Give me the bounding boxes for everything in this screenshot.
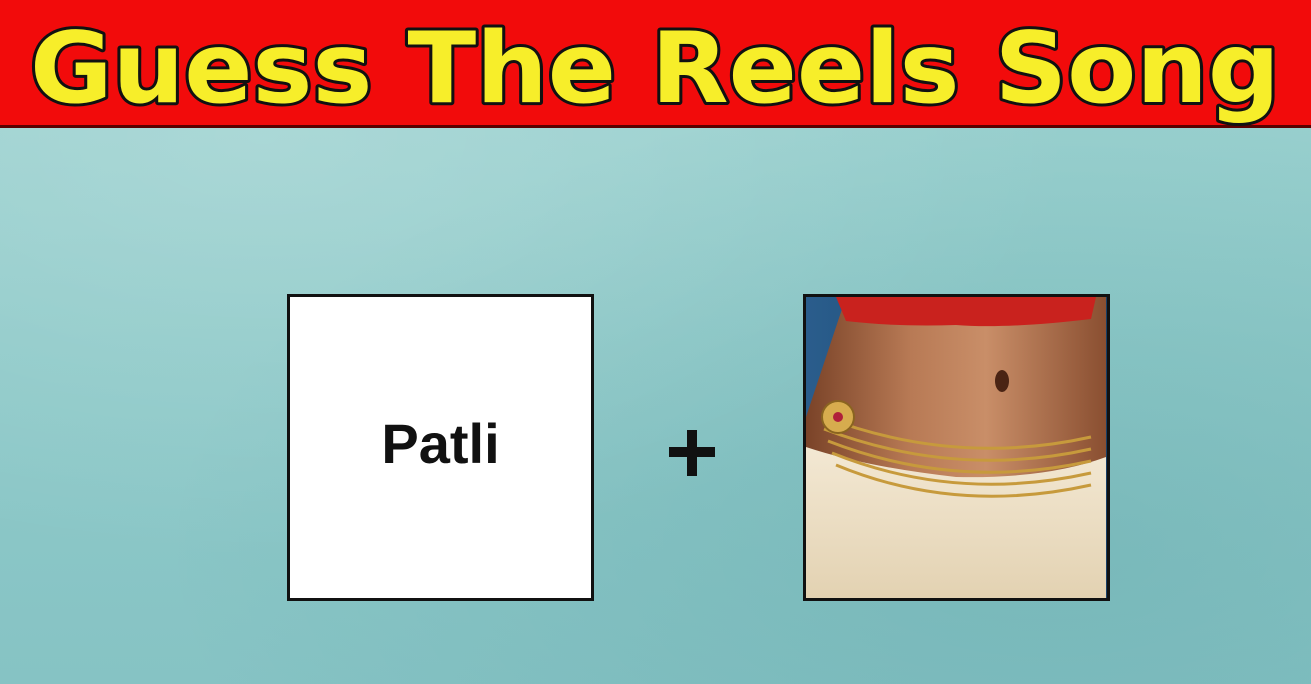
clue-word: Patli bbox=[381, 412, 500, 475]
waist-belly-chain-icon bbox=[806, 297, 1107, 598]
clue-word-card: Patli bbox=[287, 294, 594, 601]
page-title: Guess The Reels Song bbox=[30, 12, 1280, 126]
plus-icon-vertical bbox=[687, 430, 697, 476]
red-top-shape bbox=[836, 297, 1096, 327]
navel-shape bbox=[995, 370, 1009, 392]
clue-image-card bbox=[803, 294, 1110, 601]
plus-icon bbox=[664, 425, 720, 481]
gold-pendant-icon bbox=[821, 400, 855, 434]
title-banner: Guess The Reels Song bbox=[0, 0, 1311, 128]
title-banner-graphic: Guess The Reels Song bbox=[27, 9, 1283, 128]
